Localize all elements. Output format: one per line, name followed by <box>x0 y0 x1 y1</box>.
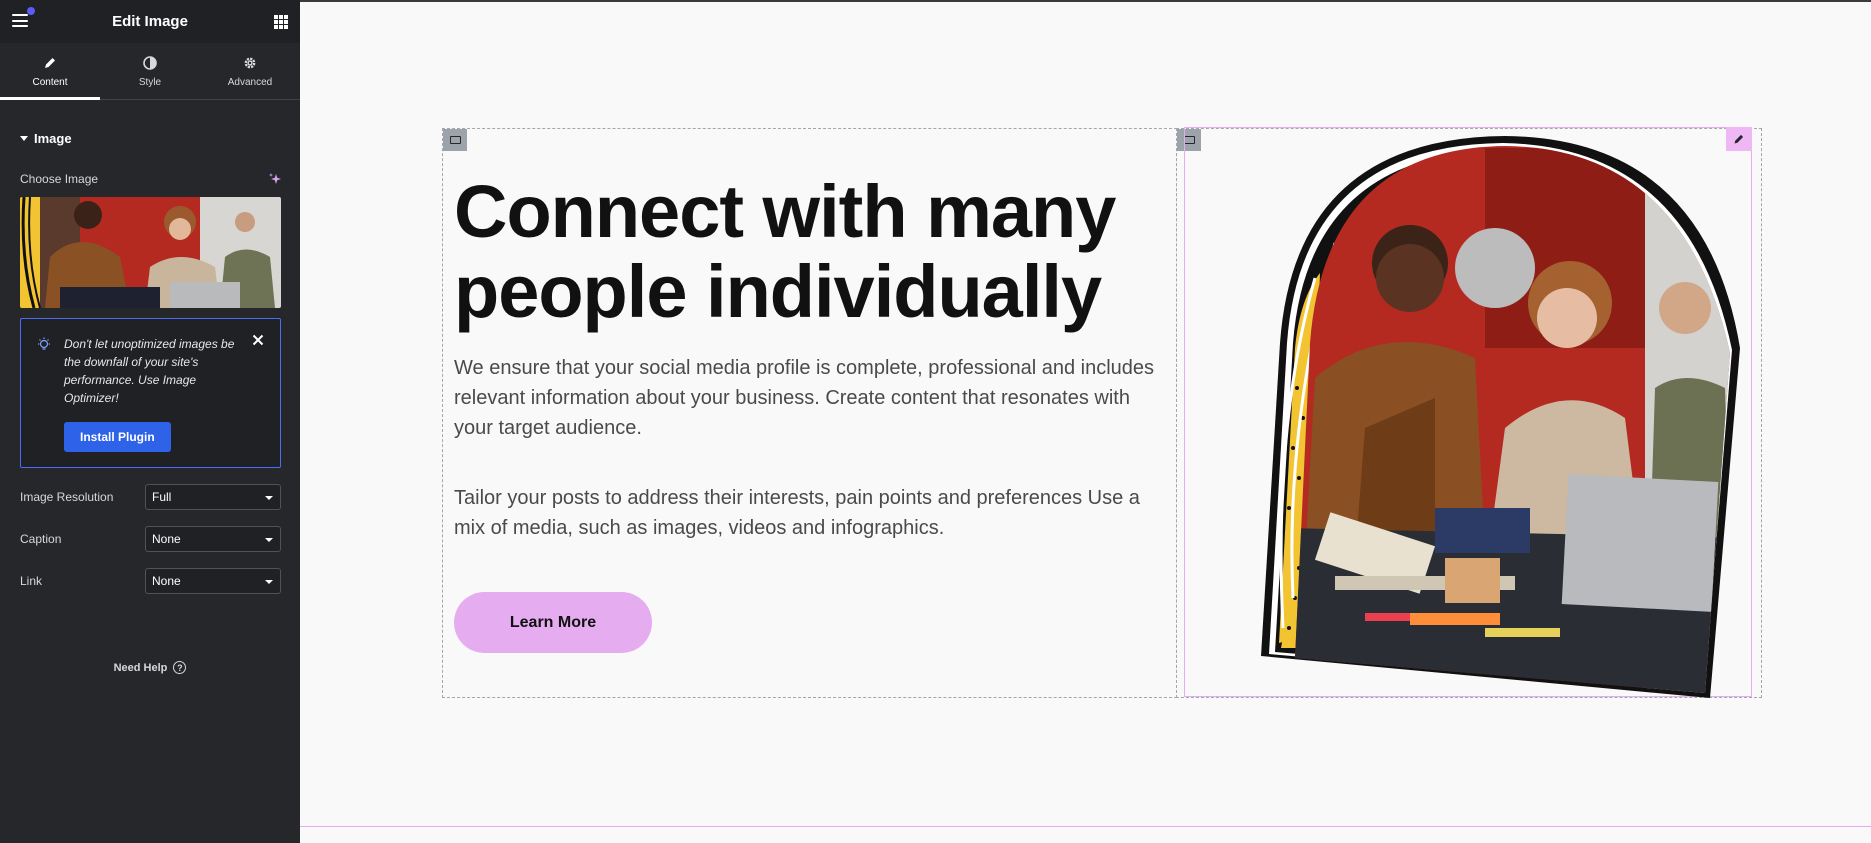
pencil-icon <box>42 55 58 71</box>
tab-content[interactable]: Content <box>0 43 100 100</box>
link-value: None <box>152 574 181 588</box>
tab-advanced-label: Advanced <box>227 76 273 88</box>
caption-value: None <box>152 532 181 546</box>
half-circle-icon <box>142 55 158 71</box>
tab-advanced[interactable]: Advanced <box>200 43 300 99</box>
menu-icon[interactable] <box>12 7 35 27</box>
notification-dot <box>27 7 35 15</box>
image-resolution-select[interactable]: Full <box>145 484 281 510</box>
tab-style-label: Style <box>138 76 162 88</box>
container-icon <box>449 136 461 144</box>
chevron-down-icon <box>265 580 273 584</box>
container-handle[interactable] <box>443 129 467 151</box>
notice-message: Don't let unoptimized images be the down… <box>64 337 235 405</box>
editor-panel: Edit Image Content Style Advanced Image <box>0 0 300 843</box>
image-resolution-value: Full <box>152 490 172 504</box>
chevron-down-icon <box>265 496 273 500</box>
image-thumbnail[interactable] <box>20 197 281 308</box>
section-bottom-border <box>300 826 1871 827</box>
need-help-link[interactable]: Need Help ? <box>0 661 300 674</box>
edit-widget-button[interactable] <box>1726 127 1752 151</box>
page-canvas: Connect with many people individually We… <box>300 0 1871 843</box>
caret-down-icon <box>20 136 28 141</box>
widgets-grid-icon[interactable] <box>274 15 288 29</box>
help-icon: ? <box>173 661 187 674</box>
install-plugin-button[interactable]: Install Plugin <box>64 422 171 452</box>
body-paragraph-2[interactable]: Tailor your posts to address their inter… <box>454 483 1174 543</box>
gear-icon <box>242 55 258 71</box>
link-select[interactable]: None <box>145 568 281 594</box>
learn-more-button[interactable]: Learn More <box>454 592 652 653</box>
caption-row: Caption None <box>20 526 281 552</box>
panel-title: Edit Image <box>112 13 188 30</box>
link-label: Link <box>20 574 43 588</box>
image-widget[interactable] <box>1184 127 1752 698</box>
caption-select[interactable]: None <box>145 526 281 552</box>
panel-header: Edit Image <box>0 0 300 43</box>
panel-tabs: Content Style Advanced <box>0 43 300 100</box>
ai-sparkle-icon[interactable] <box>268 172 282 186</box>
lightbulb-icon <box>37 337 51 353</box>
tab-content-label: Content <box>32 76 68 88</box>
body-paragraph-1[interactable]: We ensure that your social media profile… <box>454 353 1174 443</box>
image-resolution-label: Image Resolution <box>20 490 114 504</box>
pencil-icon <box>1734 134 1744 144</box>
section-toggle-image[interactable]: Image <box>20 131 72 146</box>
headline[interactable]: Connect with many people individually <box>454 172 1174 332</box>
need-help-label: Need Help <box>113 661 168 674</box>
optimizer-notice: Don't let unoptimized images be the down… <box>20 318 281 468</box>
arch-photo <box>1261 136 1740 698</box>
tab-style[interactable]: Style <box>100 43 200 99</box>
section-title: Image <box>34 131 72 146</box>
link-row: Link None <box>20 568 281 594</box>
close-icon[interactable] <box>252 333 264 346</box>
canvas-top-border <box>300 0 1871 2</box>
chevron-down-icon <box>265 538 273 542</box>
choose-image-label: Choose Image <box>20 172 99 186</box>
caption-label: Caption <box>20 532 62 546</box>
image-resolution-row: Image Resolution Full <box>20 484 281 510</box>
